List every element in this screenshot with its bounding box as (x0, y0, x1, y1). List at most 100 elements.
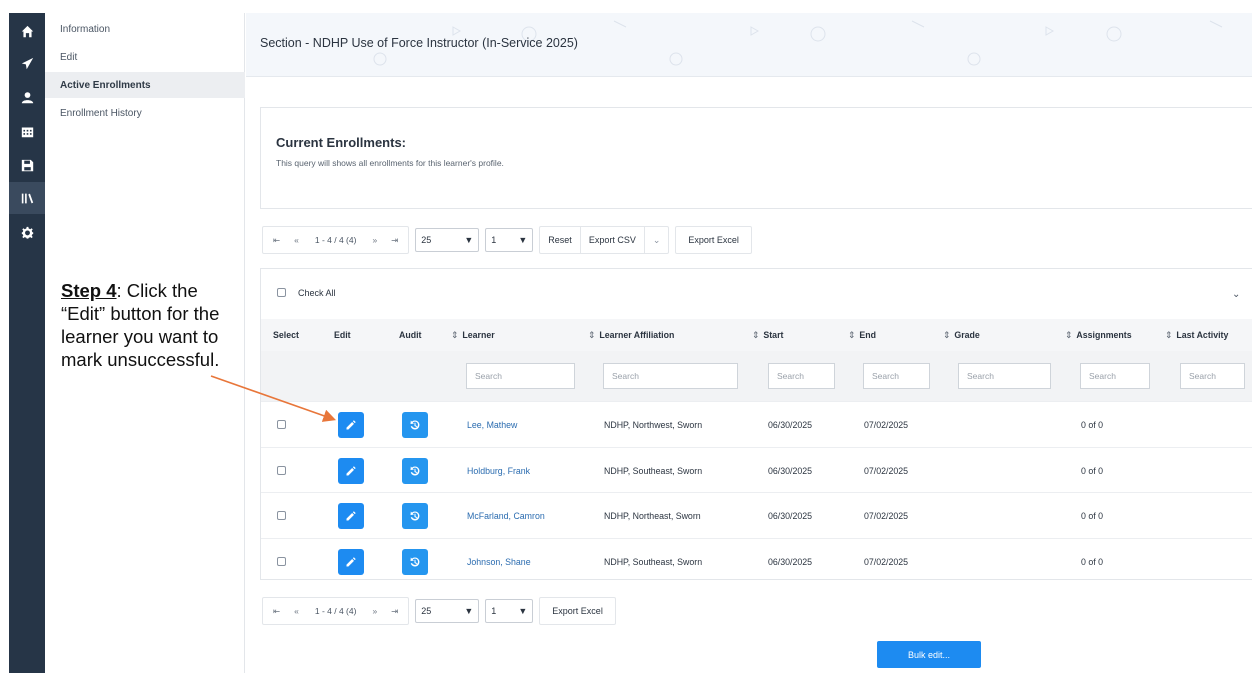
current-enrollments-panel: Current Enrollments: This query will sho… (260, 107, 1252, 209)
audit-button[interactable] (402, 412, 428, 438)
row-select-checkbox[interactable] (277, 465, 286, 475)
last-page-button[interactable]: ⇥ (385, 235, 404, 246)
end-cell: 07/02/2025 (864, 556, 909, 567)
pencil-icon (345, 419, 357, 431)
check-all-row: Check All ⌄ (261, 269, 1252, 319)
col-assignments[interactable]: ⇕ Assignments (1065, 330, 1132, 341)
table-row: Holdburg, Frank NDHP, Southeast, Sworn 06/… (261, 446, 1252, 492)
col-affiliation-label: Learner Affiliation (599, 330, 675, 340)
col-learner[interactable]: ⇕ Learner (451, 330, 495, 341)
learner-link[interactable]: Lee, Mathew (467, 420, 517, 430)
col-audit: Audit (399, 330, 422, 340)
user-icon[interactable] (9, 81, 45, 113)
save-icon[interactable] (9, 149, 45, 181)
learner-link[interactable]: Johnson, Shane (467, 557, 531, 567)
edit-button[interactable] (338, 548, 364, 575)
step-annotation: Step 4: Click the “Edit” button for the … (61, 279, 246, 371)
gear-icon[interactable] (9, 216, 45, 248)
chevron-down-icon: ▼ (464, 235, 474, 245)
assignments-cell: 0 of 0 (1081, 420, 1104, 430)
next-page-button[interactable]: » (366, 606, 383, 616)
calendar-icon[interactable] (9, 115, 45, 147)
col-grade-label: Grade (954, 330, 980, 340)
col-affiliation[interactable]: ⇕ Learner Affiliation (588, 330, 674, 341)
first-page-button[interactable]: ⇤ (267, 235, 286, 246)
chevron-down-icon: ▼ (518, 235, 528, 245)
page-size-select[interactable]: 25 ▼ (415, 599, 480, 623)
end-search-input[interactable]: Search (863, 363, 930, 389)
next-page-button[interactable]: » (366, 235, 383, 245)
learner-link[interactable]: McFarland, Camron (467, 511, 545, 521)
page-select[interactable]: 1 ▼ (485, 599, 534, 623)
edit-button[interactable] (338, 412, 364, 438)
row-select-checkbox[interactable] (277, 420, 286, 429)
col-start-label: Start (763, 330, 784, 340)
chevron-down-icon: ▼ (518, 606, 528, 616)
audit-button[interactable] (402, 503, 428, 529)
page-size-value: 25 (421, 606, 432, 616)
row-select-checkbox[interactable] (277, 511, 286, 520)
subnav-item-active-enrollments[interactable]: Active Enrollments (45, 72, 245, 98)
export-excel-button[interactable]: Export Excel (675, 226, 752, 254)
collapse-chevron-icon[interactable]: ⌄ (1232, 289, 1240, 300)
icon-rail (9, 13, 45, 673)
sort-icon: ⇕ (1165, 330, 1173, 340)
col-last-activity[interactable]: ⇕ Last Activity (1165, 330, 1228, 341)
edit-button[interactable] (338, 503, 364, 529)
page-count: 1 - 4 / 4 (4) (314, 606, 357, 616)
grade-search-input[interactable]: Search (958, 363, 1051, 389)
sort-icon: ⇕ (752, 330, 760, 340)
export-dropdown-chevron-icon[interactable]: ⌄ (645, 227, 669, 253)
bulk-edit-button[interactable]: Bulk edit... (877, 641, 981, 668)
library-icon[interactable] (9, 182, 45, 214)
audit-button[interactable] (402, 548, 428, 575)
prev-page-button[interactable]: « (288, 606, 305, 616)
subnav-item-enrollment-history[interactable]: Enrollment History (45, 100, 245, 126)
assignments-search-input[interactable]: Search (1080, 363, 1150, 389)
audit-button[interactable] (402, 457, 428, 484)
export-button-group: Reset Export CSV ⌄ (539, 226, 670, 254)
affiliation-cell: NDHP, Southeast, Sworn (604, 556, 703, 567)
history-icon (409, 419, 421, 431)
table-header: Select Edit Audit ⇕ Learner ⇕ Learner Affi… (261, 319, 1252, 351)
prev-page-button[interactable]: « (288, 235, 305, 245)
last-activity-search-input[interactable]: Search (1180, 363, 1245, 389)
subnav-item-information[interactable]: Information (45, 16, 245, 42)
export-csv-button[interactable]: Export CSV (581, 227, 645, 253)
pager-bottom: ⇤ « 1 - 4 / 4 (4) » ⇥ (262, 597, 410, 625)
col-start[interactable]: ⇕ Start (752, 330, 783, 341)
sort-icon: ⇕ (1065, 330, 1073, 340)
bottom-toolbar: ⇤ « 1 - 4 / 4 (4) » ⇥ 25 ▼ 1 ▼ Export Ex… (262, 597, 616, 625)
start-cell: 06/30/2025 (768, 556, 813, 567)
first-page-button[interactable]: ⇤ (267, 606, 286, 617)
col-grade[interactable]: ⇕ Grade (943, 330, 980, 341)
sort-icon: ⇕ (943, 330, 951, 340)
export-excel-button[interactable]: Export Excel (539, 597, 616, 625)
start-cell: 06/30/2025 (768, 465, 813, 476)
page-header: Section - NDHP Use of Force Instructor (… (246, 13, 1252, 77)
learner-search-input[interactable]: Search (466, 363, 575, 389)
home-icon[interactable] (9, 15, 45, 47)
page-size-select[interactable]: 25 ▼ (415, 228, 480, 252)
affiliation-search-input[interactable]: Search (603, 363, 738, 389)
learner-link[interactable]: Holdburg, Frank (467, 466, 530, 476)
enrollments-table: Check All ⌄ Select Edit Audit ⇕ Learner ⇕… (260, 268, 1252, 580)
reset-button[interactable]: Reset (540, 227, 581, 253)
last-page-button[interactable]: ⇥ (385, 606, 404, 617)
send-icon[interactable] (9, 47, 45, 79)
table-row: Johnson, Shane NDHP, Southeast, Sworn 06/3… (261, 537, 1252, 583)
sort-icon: ⇕ (848, 330, 856, 340)
start-search-input[interactable]: Search (768, 363, 835, 389)
page-title: Section - NDHP Use of Force Instructor (… (260, 36, 578, 50)
page-select[interactable]: 1 ▼ (485, 228, 534, 252)
col-end[interactable]: ⇕ End (848, 330, 876, 341)
subnav-item-edit[interactable]: Edit (45, 44, 245, 70)
edit-button[interactable] (338, 457, 364, 484)
sort-icon: ⇕ (588, 330, 596, 340)
top-toolbar: ⇤ « 1 - 4 / 4 (4) » ⇥ 25 ▼ 1 ▼ Reset Exp… (262, 226, 752, 254)
col-learner-label: Learner (462, 330, 495, 340)
row-select-checkbox[interactable] (277, 556, 286, 566)
pencil-icon (345, 465, 357, 477)
check-all-checkbox[interactable] (277, 288, 286, 297)
pencil-icon (345, 556, 357, 568)
